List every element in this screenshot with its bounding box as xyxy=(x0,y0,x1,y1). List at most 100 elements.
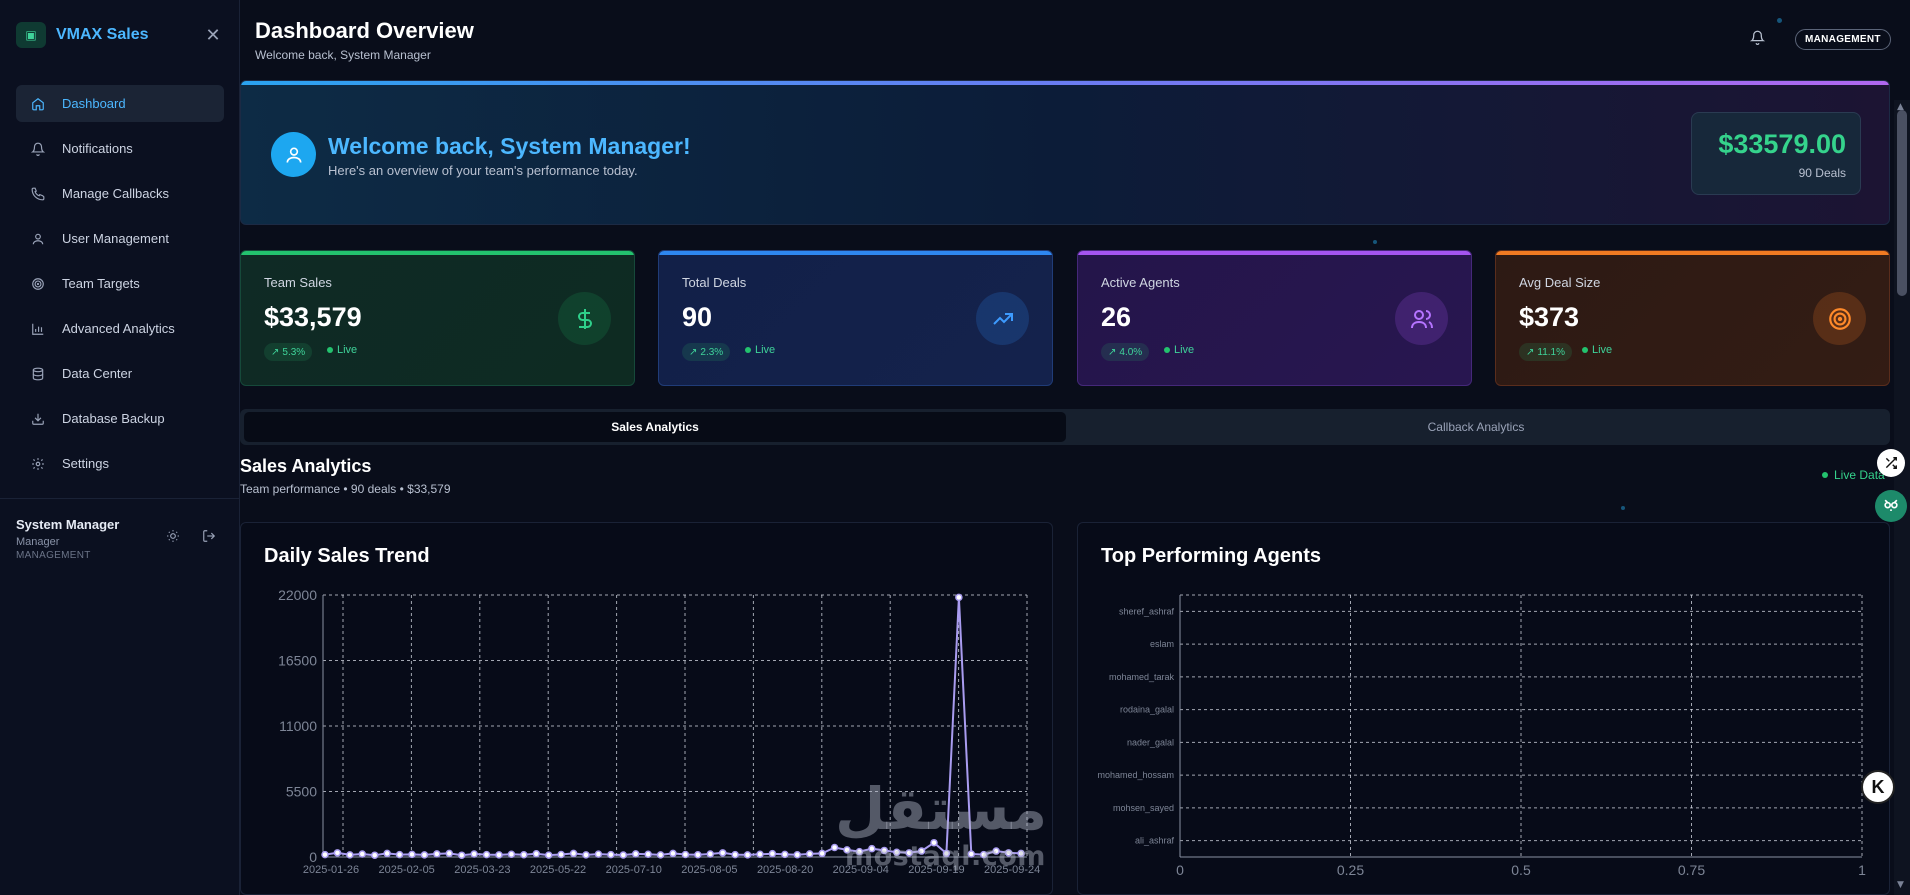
data-point xyxy=(482,850,491,859)
data-point xyxy=(433,850,441,858)
sidebar-item-manage-callbacks[interactable]: Manage Callbacks xyxy=(16,175,224,212)
notification-bell-icon[interactable] xyxy=(1749,30,1766,50)
kpi-label: Avg Deal Size xyxy=(1519,275,1601,290)
scrollbar-thumb[interactable] xyxy=(1897,110,1907,296)
trending-up-icon: ↗ xyxy=(1526,346,1535,358)
data-point xyxy=(656,851,665,859)
y-tick-label: rodaina_galal xyxy=(1120,705,1174,715)
role-badge[interactable]: MANAGEMENT xyxy=(1795,29,1891,50)
mostaql-watermark: مستقل mostaql.com xyxy=(835,775,1048,872)
database-icon xyxy=(30,366,46,382)
y-tick-label: 5500 xyxy=(286,784,317,800)
kpi-card-total-deals: Total Deals 90 ↗ 2.3% Live xyxy=(658,250,1053,386)
sidebar-item-data-center[interactable]: Data Center xyxy=(16,355,224,392)
k-assistant-icon[interactable]: K xyxy=(1861,770,1895,804)
data-point xyxy=(507,850,516,859)
y-tick-label: sheref_ashraf xyxy=(1119,606,1175,616)
kpi-trend-value: 4.0% xyxy=(1119,346,1143,358)
data-point xyxy=(582,851,590,859)
data-point xyxy=(594,850,603,858)
data-point xyxy=(955,593,963,602)
data-point xyxy=(370,851,379,859)
sidebar-item-notifications[interactable]: Notifications xyxy=(16,130,224,167)
welcome-title: Welcome back, System Manager! xyxy=(328,133,691,159)
data-point xyxy=(681,850,690,859)
data-point xyxy=(408,850,416,859)
data-point xyxy=(532,850,541,858)
watermark-latin: mostaql.com xyxy=(845,841,1046,872)
page-title: Dashboard Overview xyxy=(255,18,474,43)
live-dot-icon xyxy=(1164,347,1170,353)
data-point xyxy=(694,850,702,859)
decorative-dot xyxy=(1621,506,1625,510)
sidebar-item-label: Database Backup xyxy=(62,411,165,426)
y-tick-label: 0 xyxy=(309,849,317,865)
owl-assistant-icon[interactable] xyxy=(1875,490,1907,522)
trending-up-icon: ↗ xyxy=(689,346,698,358)
sidebar-item-label: Settings xyxy=(62,456,109,471)
data-point xyxy=(718,849,727,857)
sidebar-item-label: User Management xyxy=(62,231,169,246)
kpi-card-active-agents: Active Agents 26 ↗ 4.0% Live xyxy=(1077,250,1472,386)
data-point xyxy=(706,850,715,858)
x-tick-label: 0 xyxy=(1176,862,1184,878)
data-point xyxy=(557,850,565,859)
sidebar-item-label: Advanced Analytics xyxy=(62,321,175,336)
section-title: Sales Analytics xyxy=(240,456,372,476)
user-icon xyxy=(30,231,46,247)
x-tick-label: 2025-02-05 xyxy=(379,864,435,876)
sidebar-item-settings[interactable]: Settings xyxy=(16,445,224,482)
data-point xyxy=(569,849,578,858)
data-point xyxy=(731,850,739,859)
bar-chart-icon xyxy=(30,321,46,337)
kpi-live: Live xyxy=(745,344,775,356)
data-point xyxy=(520,850,528,859)
sidebar-item-team-targets[interactable]: Team Targets xyxy=(16,265,224,302)
y-tick-label: mohamed_tarak xyxy=(1109,672,1175,682)
kpi-trend-value: 11.1% xyxy=(1537,346,1566,358)
x-tick-label: 2025-08-05 xyxy=(681,864,737,876)
logout-icon[interactable] xyxy=(202,529,216,548)
kpi-live: Live xyxy=(327,344,357,356)
watermark-arabic: مستقل xyxy=(835,775,1048,843)
top-agents-card: Top Performing Agents 0 0.25 0.5 0.75 1 shere… xyxy=(1077,522,1890,895)
kpi-label: Active Agents xyxy=(1101,275,1180,290)
welcome-deals-count: 90 Deals xyxy=(1798,166,1846,180)
y-tick-label: 11000 xyxy=(279,718,317,734)
dollar-icon xyxy=(558,292,611,345)
welcome-summary-card: $33579.00 90 Deals xyxy=(1691,112,1861,195)
sidebar-item-dashboard[interactable]: Dashboard xyxy=(16,85,224,122)
sidebar-item-database-backup[interactable]: Database Backup xyxy=(16,400,224,437)
sidebar: ▣ VMAX Sales ✕ Dashboard Notifications M… xyxy=(0,0,240,895)
kpi-value: $33,579 xyxy=(264,302,362,332)
data-point xyxy=(781,850,789,859)
kpi-trend: ↗ 4.0% xyxy=(1101,343,1150,361)
user-avatar-icon xyxy=(271,132,316,177)
sidebar-item-user-management[interactable]: User Management xyxy=(16,220,224,257)
kpi-value: $373 xyxy=(1519,302,1580,332)
shuffle-icon[interactable] xyxy=(1877,449,1905,477)
kpi-live: Live xyxy=(1582,344,1612,356)
close-icon[interactable]: ✕ xyxy=(202,24,224,46)
sidebar-item-label: Team Targets xyxy=(62,276,140,291)
target-icon xyxy=(1813,292,1866,345)
kpi-trend: ↗ 2.3% xyxy=(682,343,731,361)
data-point xyxy=(495,851,503,859)
top-header: Dashboard Overview Welcome back, System … xyxy=(240,0,1910,70)
tab-callback-analytics[interactable]: Callback Analytics xyxy=(1065,412,1887,442)
y-tick-label: mohsen_sayed xyxy=(1113,803,1174,813)
welcome-banner: Welcome back, System Manager! Here's an … xyxy=(240,80,1890,225)
live-dot-icon xyxy=(327,347,333,353)
x-tick-label: 2025-07-10 xyxy=(606,864,662,876)
x-tick-label: 2025-08-20 xyxy=(757,864,813,876)
trending-up-icon: ↗ xyxy=(1108,346,1117,358)
trending-up-icon: ↗ xyxy=(271,346,280,358)
scroll-down-arrow-icon[interactable]: ▼ xyxy=(1897,880,1904,890)
sidebar-item-advanced-analytics[interactable]: Advanced Analytics xyxy=(16,310,224,347)
data-point xyxy=(644,850,652,859)
tab-sales-analytics[interactable]: Sales Analytics xyxy=(244,412,1066,442)
kpi-value: 26 xyxy=(1101,302,1132,332)
analytics-tabs: Sales Analytics Callback Analytics xyxy=(240,409,1890,445)
sidebar-item-label: Notifications xyxy=(62,141,133,156)
sun-icon[interactable] xyxy=(166,529,180,548)
